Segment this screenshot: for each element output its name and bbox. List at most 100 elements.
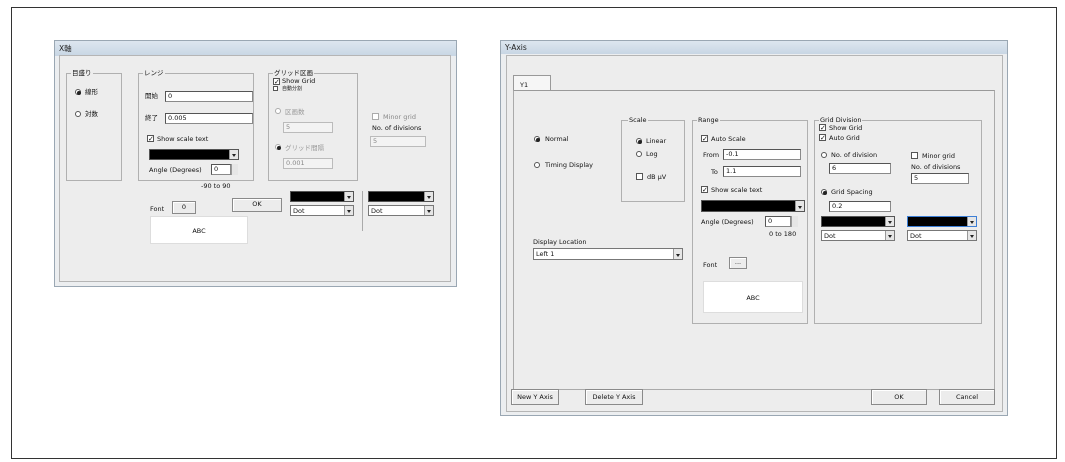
x-angle-input[interactable]: 0 <box>211 164 231 175</box>
x-from-label: 開始 <box>145 92 158 100</box>
tab-y1[interactable]: Y1 <box>513 75 551 91</box>
x-ok-button[interactable]: OK <box>232 198 282 212</box>
y-no-of-division-radio[interactable] <box>821 152 827 158</box>
chevron-down-icon <box>885 217 894 226</box>
x-grid-divider <box>362 191 363 231</box>
y-show-scale-text-checkbox[interactable]: ✓ <box>701 186 708 193</box>
group-legend: レンジ <box>143 69 165 77</box>
y-grid-color-select-1[interactable] <box>821 216 895 227</box>
y-angle-input[interactable]: 0 <box>765 216 791 227</box>
y-auto-grid-label: Auto Grid <box>829 134 860 142</box>
y-log-radio[interactable] <box>636 151 642 157</box>
y-grid-spacing-input[interactable]: 0.2 <box>829 201 891 212</box>
y-no-of-divisions-label: No. of divisions <box>911 163 961 171</box>
x-minor-divisions-input[interactable]: 5 <box>370 136 426 147</box>
x-auto-grid-checkbox[interactable] <box>273 86 278 91</box>
x-font-label: Font <box>150 205 165 213</box>
y-no-of-division-label: No. of division <box>831 151 878 159</box>
x-grid-color-select-1[interactable] <box>290 191 354 202</box>
y-linear-label: Linear <box>646 137 667 145</box>
y-scale-text-color-select[interactable] <box>701 200 805 212</box>
y-auto-grid-checkbox[interactable]: ✓ <box>819 134 826 141</box>
y-angle-spinner[interactable] <box>791 216 798 227</box>
group-legend: Range <box>697 116 720 124</box>
y-db-checkbox[interactable] <box>636 173 643 180</box>
y-show-grid-checkbox[interactable]: ✓ <box>819 124 826 131</box>
y-grid-group: Grid Division ✓ Show Grid ✓ Auto Grid No… <box>814 116 982 324</box>
y-display-location-label: Display Location <box>533 238 587 246</box>
y-line-style-select-1[interactable]: Dot <box>821 230 895 241</box>
x-show-scale-text-checkbox[interactable]: ✓ <box>147 135 154 142</box>
y-linear-radio[interactable] <box>636 138 642 144</box>
y-to-input[interactable]: 1.1 <box>723 166 801 177</box>
y-to-label: To <box>711 168 718 176</box>
y-angle-hint: 0 to 180 <box>769 230 797 238</box>
x-angle-label: Angle (Degrees) <box>149 166 202 174</box>
selected-value: Dot <box>910 232 922 240</box>
group-legend: 目盛り <box>71 69 93 77</box>
chevron-down-icon <box>229 150 238 159</box>
new-y-axis-button[interactable]: New Y Axis <box>511 389 559 405</box>
x-divisions-radio[interactable] <box>275 108 281 114</box>
y-no-of-division-input[interactable]: 6 <box>829 163 891 174</box>
x-minor-grid-checkbox[interactable] <box>372 113 379 120</box>
tab-label: Y1 <box>520 81 529 89</box>
chevron-down-icon <box>673 249 682 259</box>
x-divisions-input[interactable]: 5 <box>283 122 333 133</box>
x-minor-grid-label: Minor grid <box>383 113 416 121</box>
x-spacing-radio[interactable] <box>275 144 281 150</box>
selected-value: Left 1 <box>536 250 555 258</box>
window-title: X軸 <box>59 44 72 53</box>
x-axis-panel: 目盛り 線形 対数 レンジ 開始 0 終了 0.005 ✓ Show scale… <box>59 55 451 282</box>
x-no-of-divisions-label: No. of divisions <box>372 124 422 132</box>
x-to-input[interactable]: 0.005 <box>165 113 253 124</box>
x-show-grid-label: Show Grid <box>282 77 316 85</box>
delete-y-axis-button[interactable]: Delete Y Axis <box>585 389 643 405</box>
x-line-style-select-2[interactable]: Dot <box>368 205 434 216</box>
chevron-down-icon <box>424 192 433 201</box>
x-grid-color-select-2[interactable] <box>368 191 434 202</box>
y-timing-radio[interactable] <box>534 162 540 168</box>
cancel-button[interactable]: Cancel <box>939 389 995 405</box>
y-show-scale-text-label: Show scale text <box>711 186 763 194</box>
y-minor-grid-checkbox[interactable] <box>911 152 918 159</box>
x-angle-spinner[interactable] <box>231 164 238 175</box>
x-axis-titlebar[interactable]: X軸 <box>55 41 456 56</box>
x-from-input[interactable]: 0 <box>165 91 253 102</box>
x-linear-radio[interactable] <box>75 89 81 95</box>
y-normal-radio[interactable] <box>534 136 540 142</box>
x-linear-label: 線形 <box>85 88 98 96</box>
group-legend: Scale <box>628 116 648 124</box>
chevron-down-icon <box>885 231 894 240</box>
spinner-arrows-icon <box>231 164 238 175</box>
ok-button[interactable]: OK <box>871 389 927 405</box>
x-scale-group: 目盛り 線形 対数 <box>66 69 122 181</box>
y-grid-spacing-label: Grid Spacing <box>831 188 873 196</box>
y-from-input[interactable]: -0.1 <box>723 149 801 160</box>
y-grid-spacing-radio[interactable] <box>821 189 827 195</box>
x-show-grid-checkbox[interactable]: ✓ <box>273 78 280 85</box>
y-show-grid-label: Show Grid <box>829 124 863 132</box>
x-grid-group: グリッド区画 ✓ Show Grid 自動分割 区画数 5 グリッド間隔 0.0… <box>268 69 358 181</box>
y-grid-color-select-2[interactable] <box>907 216 977 227</box>
selected-value: Dot <box>371 207 383 215</box>
y-minor-grid-label: Minor grid <box>922 152 955 160</box>
x-log-label: 対数 <box>85 110 98 118</box>
x-spacing-input[interactable]: 0.001 <box>283 158 333 169</box>
x-scale-text-color-select[interactable] <box>149 149 239 160</box>
y-auto-scale-checkbox[interactable]: ✓ <box>701 135 708 142</box>
x-show-scale-text-label: Show scale text <box>157 135 209 143</box>
y-minor-divisions-input[interactable]: 5 <box>911 173 969 184</box>
y-line-style-select-2[interactable]: Dot <box>907 230 977 241</box>
y-axis-panel: Y1 Normal Timing Display Scale Linear Lo… <box>506 55 1003 412</box>
x-font-button[interactable]: 0 <box>172 201 196 214</box>
x-divisions-label: 区画数 <box>285 108 305 116</box>
chevron-down-icon <box>967 217 976 226</box>
x-font-preview: ABC <box>150 216 248 244</box>
window-title: Y-Axis <box>505 43 527 52</box>
y-display-location-select[interactable]: Left 1 <box>533 248 683 260</box>
y-font-button[interactable]: ... <box>729 257 747 269</box>
x-line-style-select-1[interactable]: Dot <box>290 205 354 216</box>
y-axis-titlebar[interactable]: Y-Axis <box>501 41 1007 54</box>
x-log-radio[interactable] <box>75 111 81 117</box>
